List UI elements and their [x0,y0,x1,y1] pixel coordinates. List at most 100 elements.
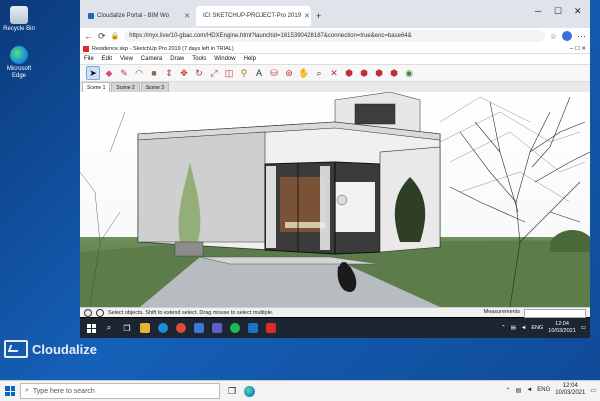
host-network-icon[interactable]: ▤ [516,387,522,394]
desktop-icon-edge[interactable]: Microsoft Edge [2,46,36,80]
sketchup-status-bar: Select objects. Shift to extend select. … [80,307,590,318]
scene-tab-2[interactable]: Scene 2 [111,82,140,92]
close-window-button[interactable]: ✕ [574,6,582,17]
text-tool-icon[interactable]: A [253,67,265,79]
measurements-input[interactable] [524,309,586,318]
model-scene-illustration [80,92,590,307]
host-time: 12:04 [562,383,578,389]
sketchup-logo-icon [83,45,89,52]
browser-tab-strip: Cloudalize Portal - BIM Wo ✕ ICI SKETCHU… [80,0,590,28]
minimize-button[interactable]: ─ [535,6,541,16]
address-bar[interactable]: https://myx.live/10-gbac.com/HDXEngine.h… [124,30,545,42]
browser-tab[interactable]: Cloudalize Portal - BIM Wo ✕ [84,6,194,26]
remote-clock[interactable]: 12:04 10/03/2021 [548,321,576,335]
remote-tray-arrow-icon[interactable]: ⌃ [501,325,506,331]
tape-measure-icon[interactable]: ⚲ [238,67,250,79]
layout-icon[interactable]: ⬢ [373,67,385,79]
recycle-bin-icon [10,6,28,24]
pencil-tool-icon[interactable]: ✎ [118,67,130,79]
host-edge-icon[interactable] [244,385,256,397]
remote-outlook-icon[interactable] [248,323,258,333]
status-message: Select objects. Shift to extend select. … [108,309,274,316]
paint-bucket-icon[interactable]: ⛁ [268,67,280,79]
extension-warehouse-icon[interactable]: ⬢ [358,67,370,79]
move-tool-icon[interactable]: ✥ [178,67,190,79]
menu-view[interactable]: View [120,56,133,62]
shape-tool-icon[interactable]: ■ [148,67,160,79]
remote-volume-icon[interactable]: ◄ [521,325,526,331]
remote-task-view-icon[interactable]: ❐ [122,323,132,333]
remote-notification-icon[interactable]: ▭ [581,325,586,331]
browser-menu-icon[interactable]: ⋯ [577,31,586,42]
remote-edge-icon[interactable] [158,323,168,333]
browser-tab-active[interactable]: ICI SKETCHUP-PROJECT-Pro 2019 ✕ [196,6,311,26]
menu-help[interactable]: Help [244,56,256,62]
close-tab-icon[interactable]: ✕ [184,12,190,20]
profile-avatar[interactable] [562,31,572,41]
select-tool-icon[interactable]: ➤ [86,66,100,80]
menu-window[interactable]: Window [214,56,235,62]
tab-favicon-icon [88,13,94,19]
menu-camera[interactable]: Camera [141,56,162,62]
host-notification-icon[interactable]: ▭ [590,387,596,394]
host-search-placeholder: Type here to search [32,387,95,395]
host-task-view-icon[interactable]: ❐ [228,386,236,397]
orbit-tool-icon[interactable]: ⊛ [283,67,295,79]
close-tab-icon[interactable]: ✕ [304,12,310,20]
remote-spotify-icon[interactable] [230,323,240,333]
menu-tools[interactable]: Tools [192,56,206,62]
zoom-extents-icon[interactable]: ✕ [328,67,340,79]
menu-file[interactable]: File [84,56,94,62]
remote-chrome-icon[interactable] [176,323,186,333]
cloudalize-brand-text: Cloudalize [32,341,98,357]
remote-language[interactable]: ENG [531,325,543,331]
cloudalize-logo-icon [4,340,28,358]
refresh-icon[interactable]: ⟳ [98,31,106,42]
host-volume-icon[interactable]: ◄ [526,387,532,393]
remote-store-icon[interactable] [194,323,204,333]
zoom-tool-icon[interactable]: ⌕ [313,67,325,79]
star-icon[interactable]: ☆ [550,32,557,41]
scale-tool-icon[interactable]: ⤢ [208,67,220,79]
measurements-label: Measurements [483,309,520,315]
edge-icon [10,46,28,64]
offset-tool-icon[interactable]: ◫ [223,67,235,79]
extension-manager-icon[interactable]: ⬢ [388,67,400,79]
scene-tab-3[interactable]: Scene 3 [140,82,170,92]
desktop-icon-recycle-bin[interactable]: Recycle Bin [2,6,36,33]
remote-session-window: Cloudalize Portal - BIM Wo ✕ ICI SKETCHU… [80,0,590,338]
remote-start-icon[interactable] [86,323,96,333]
menu-edit[interactable]: Edit [102,56,112,62]
lock-icon: 🔒 [110,33,120,40]
info-icon[interactable] [84,308,92,317]
remote-search-icon[interactable]: ⌕ [104,323,114,333]
host-system-tray: ⌃ ▤ ◄ ENG 12:04 10/03/2021 ▭ [506,383,596,397]
new-tab-button[interactable]: + [312,6,326,26]
host-language[interactable]: ENG [537,387,550,393]
help-icon[interactable] [96,308,104,317]
warehouse-icon[interactable]: ⬢ [343,67,355,79]
sketchup-menu-bar: File Edit View Camera Draw Tools Window … [80,54,590,64]
remote-sketchup-icon[interactable] [266,323,276,333]
remote-network-icon[interactable]: ▤ [511,325,516,331]
account-icon[interactable]: ◉ [403,67,415,79]
host-start-button[interactable] [0,381,20,401]
back-icon[interactable]: ← [84,31,93,41]
remote-date: 10/03/2021 [548,328,576,334]
pushpull-tool-icon[interactable]: ⇕ [163,67,175,79]
host-clock[interactable]: 12:04 10/03/2021 [555,383,585,397]
remote-file-explorer-icon[interactable] [140,323,150,333]
scene-tab-1[interactable]: Scene 1 [82,82,111,92]
arc-tool-icon[interactable]: ◠ [133,67,145,79]
app-window-controls[interactable]: ─ ☐ ✕ [570,46,587,52]
remote-teams-icon[interactable] [212,323,222,333]
menu-draw[interactable]: Draw [170,56,184,62]
sketchup-3d-viewport[interactable] [80,92,590,307]
host-taskbar: ⌕ Type here to search ❐ ⌃ ▤ ◄ ENG 12:04 … [0,380,600,401]
host-search-box[interactable]: ⌕ Type here to search [20,383,220,399]
pan-tool-icon[interactable]: ✋ [298,67,310,79]
rotate-tool-icon[interactable]: ↻ [193,67,205,79]
eraser-tool-icon[interactable]: ◆ [103,67,115,79]
host-tray-arrow-icon[interactable]: ⌃ [506,387,511,394]
maximize-button[interactable]: ☐ [554,6,562,17]
